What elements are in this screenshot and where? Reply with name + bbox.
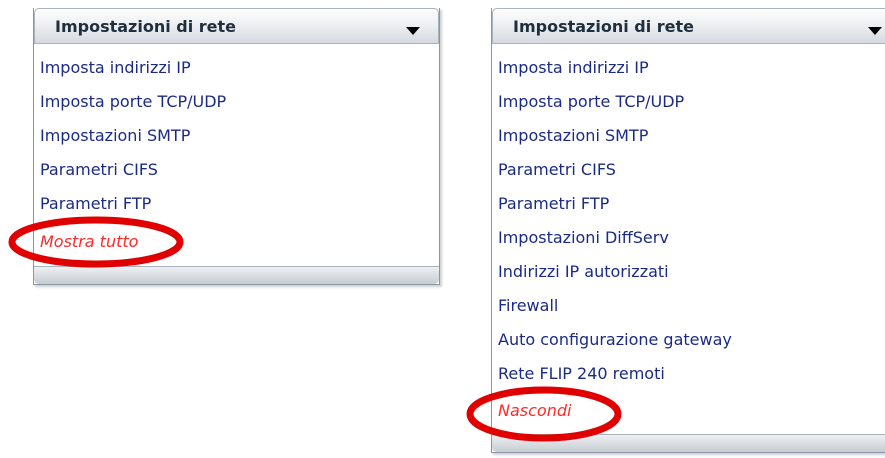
panel-footer xyxy=(492,434,885,452)
panel-title: Impostazioni di rete xyxy=(55,17,237,36)
hide-link[interactable]: Nascondi xyxy=(498,401,571,420)
panel-header[interactable]: Impostazioni di rete xyxy=(492,8,885,44)
menu-item-set-ip-addresses[interactable]: Imposta indirizzi IP xyxy=(498,58,649,77)
menu-item-smtp-settings[interactable]: Impostazioni SMTP xyxy=(40,126,190,145)
menu-item-ftp-parameters[interactable]: Parametri FTP xyxy=(498,194,609,213)
menu-item-set-tcp-udp-ports[interactable]: Imposta porte TCP/UDP xyxy=(40,92,226,111)
network-settings-panel-expanded: Impostazioni di rete Imposta indirizzi I… xyxy=(491,8,885,453)
menu-item-authorized-ip-addresses[interactable]: Indirizzi IP autorizzati xyxy=(498,262,669,281)
network-settings-panel-collapsed: Impostazioni di rete Imposta indirizzi I… xyxy=(33,8,440,285)
menu-item-cifs-parameters[interactable]: Parametri CIFS xyxy=(40,160,158,179)
menu-item-set-tcp-udp-ports[interactable]: Imposta porte TCP/UDP xyxy=(498,92,684,111)
panel-header[interactable]: Impostazioni di rete xyxy=(34,8,439,44)
menu-item-diffserv-settings[interactable]: Impostazioni DiffServ xyxy=(498,228,669,247)
dropdown-arrow-icon[interactable] xyxy=(403,21,423,41)
menu-item-cifs-parameters[interactable]: Parametri CIFS xyxy=(498,160,616,179)
menu-item-firewall[interactable]: Firewall xyxy=(498,296,558,315)
show-all-link[interactable]: Mostra tutto xyxy=(40,232,138,251)
menu-item-auto-gateway-configuration[interactable]: Auto configurazione gateway xyxy=(498,330,732,349)
dropdown-arrow-icon[interactable] xyxy=(865,21,885,41)
menu-item-ftp-parameters[interactable]: Parametri FTP xyxy=(40,194,151,213)
panel-footer xyxy=(34,266,439,284)
panel-title: Impostazioni di rete xyxy=(513,17,695,36)
menu-item-remote-flip-240-network[interactable]: Rete FLIP 240 remoti xyxy=(498,364,665,383)
menu-item-set-ip-addresses[interactable]: Imposta indirizzi IP xyxy=(40,58,191,77)
menu-item-smtp-settings[interactable]: Impostazioni SMTP xyxy=(498,126,648,145)
